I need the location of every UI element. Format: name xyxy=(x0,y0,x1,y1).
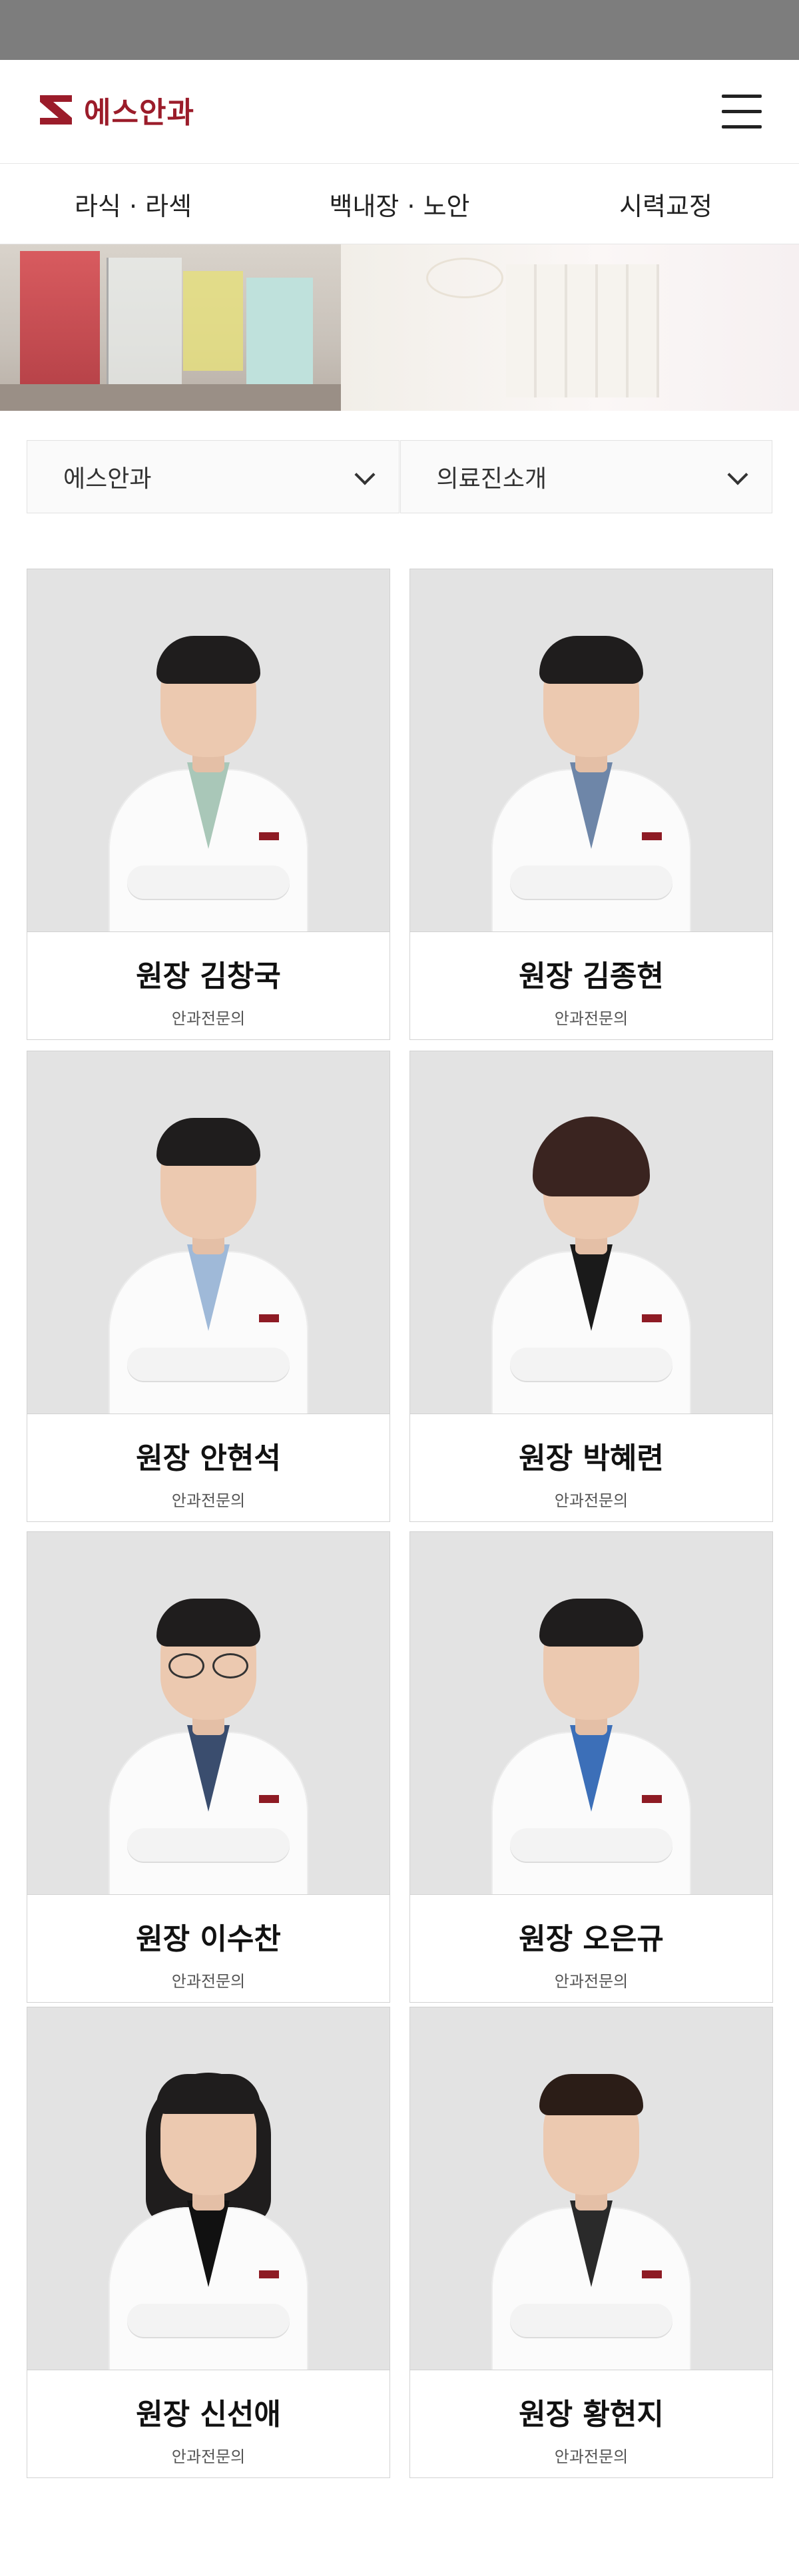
logo-link[interactable]: 에스안과 xyxy=(37,87,194,133)
doctor-card[interactable]: 원장 오은규안과전문의 xyxy=(409,1531,773,2003)
doctor-card[interactable]: 원장 이수찬안과전문의 xyxy=(27,1531,390,2003)
doctor-specialty: 안과전문의 xyxy=(554,1972,629,1991)
main-nav: 라식 · 라섹 백내장 · 노안 시력교정 xyxy=(0,164,799,244)
nav-item-cataract[interactable]: 백내장 · 노안 xyxy=(266,186,533,222)
doctor-specialty: 안과전문의 xyxy=(554,1009,629,1028)
doctor-card[interactable]: 원장 박혜련안과전문의 xyxy=(409,1051,773,1522)
doctor-specialty: 안과전문의 xyxy=(171,1972,246,1991)
doctor-specialty: 안과전문의 xyxy=(171,1009,246,1028)
doctor-photo xyxy=(410,1532,772,1894)
site-header: 에스안과 xyxy=(0,60,799,164)
doctor-name: 원장 황현지 xyxy=(519,2398,664,2432)
doctor-photo xyxy=(27,2007,390,2370)
doctor-photo xyxy=(27,1532,390,1894)
doctor-card[interactable]: 원장 황현지안과전문의 xyxy=(409,2007,773,2478)
doctor-specialty: 안과전문의 xyxy=(171,1491,246,1510)
doctor-card[interactable]: 원장 안현석안과전문의 xyxy=(27,1051,390,1522)
doctor-specialty: 안과전문의 xyxy=(554,2447,629,2466)
doctor-name: 원장 신선애 xyxy=(136,2398,281,2432)
clinic-interior-banner xyxy=(0,244,799,411)
doctor-photo xyxy=(27,1051,390,1414)
nav-item-lasik[interactable]: 라식 · 라섹 xyxy=(0,186,266,222)
chevron-down-icon xyxy=(354,464,376,485)
doctor-name: 원장 안현석 xyxy=(136,1441,281,1475)
doctor-name: 원장 이수찬 xyxy=(136,1922,281,1956)
section-select-value: 의료진소개 xyxy=(436,465,547,493)
status-bar xyxy=(0,0,799,60)
hamburger-menu-icon[interactable] xyxy=(722,95,762,129)
logo-text: 에스안과 xyxy=(84,96,194,130)
section-select[interactable]: 의료진소개 xyxy=(400,440,772,513)
doctor-name: 원장 김종현 xyxy=(519,959,664,993)
doctor-specialty: 안과전문의 xyxy=(554,1491,629,1510)
nav-item-vision-correction[interactable]: 시력교정 xyxy=(533,186,799,222)
s-logo-icon xyxy=(40,95,72,125)
doctor-photo xyxy=(27,569,390,931)
doctor-card[interactable]: 원장 신선애안과전문의 xyxy=(27,2007,390,2478)
doctor-name: 원장 김창국 xyxy=(136,959,281,993)
doctor-photo xyxy=(410,569,772,931)
hospital-select[interactable]: 에스안과 xyxy=(27,440,400,513)
doctor-photo xyxy=(410,2007,772,2370)
doctor-card[interactable]: 원장 김창국안과전문의 xyxy=(27,569,390,1040)
doctor-specialty: 안과전문의 xyxy=(171,2447,246,2466)
page-selectors: 에스안과 의료진소개 xyxy=(27,440,772,513)
doctor-name: 원장 박혜련 xyxy=(519,1441,664,1475)
doctor-photo xyxy=(410,1051,772,1414)
doctor-name: 원장 오은규 xyxy=(519,1922,664,1956)
doctor-card[interactable]: 원장 김종현안과전문의 xyxy=(409,569,773,1040)
hospital-select-value: 에스안과 xyxy=(63,465,152,493)
chevron-down-icon xyxy=(727,464,748,485)
